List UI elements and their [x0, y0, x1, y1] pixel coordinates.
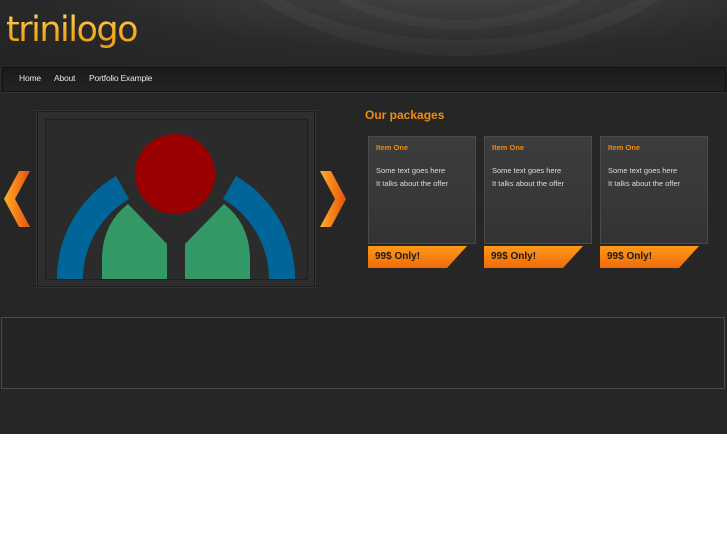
package-description: It talks about the offer [492, 179, 564, 188]
site-background: trinilogo Home About Portfolio Example O… [0, 0, 727, 434]
header: trinilogo [0, 0, 727, 66]
package-card[interactable]: Item One Some text goes here It talks ab… [368, 136, 476, 244]
content-box [1, 317, 725, 389]
package-description: Some text goes here [492, 166, 562, 175]
package-name: Item One [608, 143, 641, 152]
package-price: 99$ Only! [607, 251, 653, 262]
package-card[interactable]: Item One Some text goes here It talks ab… [600, 136, 708, 244]
chevron-left-icon[interactable] [1, 170, 31, 233]
nav-item-about[interactable]: About [54, 73, 75, 83]
wikimedia-logo-icon [56, 134, 296, 279]
nav-item-portfolio[interactable]: Portfolio Example [89, 73, 152, 83]
package-price: 99$ Only! [375, 251, 421, 262]
packages-heading: Our packages [365, 108, 445, 122]
package-price-button[interactable]: 99$ Only! [368, 246, 467, 268]
nav-item-home[interactable]: Home [19, 73, 41, 83]
package-name: Item One [492, 143, 525, 152]
package-price-button[interactable]: 99$ Only! [600, 246, 699, 268]
image-slider [37, 111, 315, 287]
main-nav: Home About Portfolio Example [2, 67, 726, 92]
package-description: Some text goes here [608, 166, 678, 175]
package-description: It talks about the offer [376, 179, 448, 188]
package-description: Some text goes here [376, 166, 446, 175]
slide-image[interactable] [45, 119, 308, 280]
package-price: 99$ Only! [491, 251, 537, 262]
package-description: It talks about the offer [608, 179, 680, 188]
package-price-button[interactable]: 99$ Only! [484, 246, 583, 268]
package-name: Item One [376, 143, 409, 152]
site-logo[interactable]: trinilogo [6, 10, 139, 50]
package-card[interactable]: Item One Some text goes here It talks ab… [484, 136, 592, 244]
chevron-right-icon[interactable] [319, 170, 349, 233]
